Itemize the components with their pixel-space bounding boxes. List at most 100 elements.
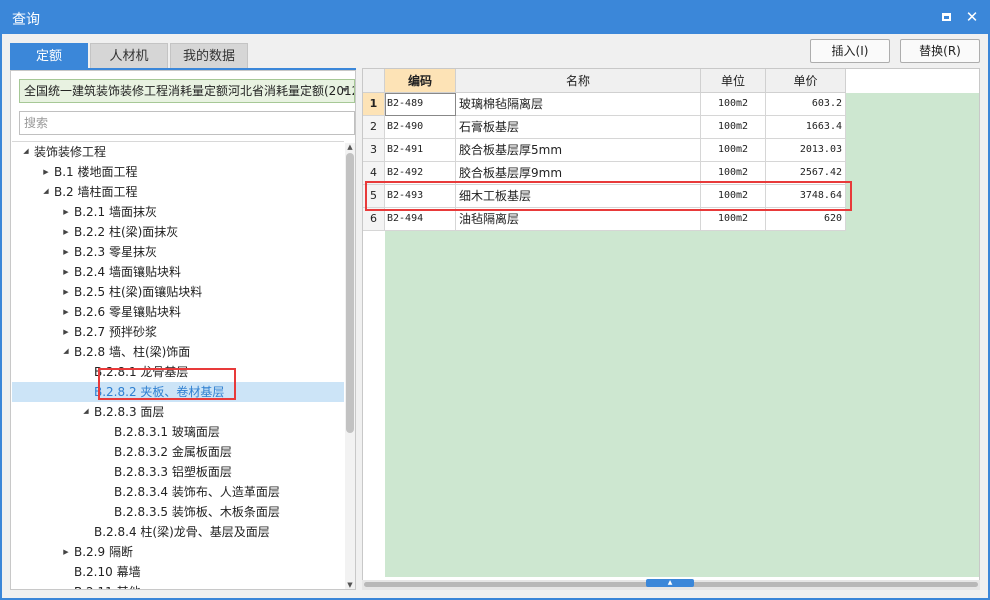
close-icon[interactable]: ✕: [964, 9, 980, 25]
row-number[interactable]: 5: [363, 185, 385, 208]
tree-node-label: B.2.2 柱(梁)面抹灰: [74, 225, 179, 239]
table-row[interactable]: 4 B2-492 胶合板基层厚9mm 100m2 2567.42: [363, 162, 846, 185]
library-select[interactable]: 全国统一建筑装饰装修工程消耗量定额河北省消耗量定额(2012): [19, 79, 355, 103]
tree-node[interactable]: B.2.8.3 面层: [12, 402, 344, 422]
collapse-arrow-icon[interactable]: [60, 242, 72, 262]
collapse-arrow-icon[interactable]: [60, 262, 72, 282]
tree-node-label: B.2.8.1 龙骨基层: [94, 365, 189, 379]
scroll-down-icon[interactable]: ▼: [345, 581, 355, 589]
tree-node[interactable]: B.2.7 预拌砂浆: [12, 322, 344, 342]
maximize-icon[interactable]: [938, 9, 954, 25]
tree-node[interactable]: B.2.8.4 柱(梁)龙骨、基层及面层: [12, 522, 344, 542]
tab-my-data[interactable]: 我的数据: [170, 43, 248, 69]
table-row[interactable]: 1 B2-489 玻璃棉毡隔离层 100m2 603.2: [363, 93, 846, 116]
tree-node[interactable]: B.2.5 柱(梁)面镶贴块料: [12, 282, 344, 302]
row-number[interactable]: 6: [363, 208, 385, 231]
row-number[interactable]: 4: [363, 162, 385, 185]
cell-price[interactable]: 2567.42: [766, 162, 846, 185]
insert-button[interactable]: 插入(I): [810, 39, 890, 63]
collapse-arrow-icon[interactable]: [60, 282, 72, 302]
tree-scrollbar[interactable]: ▲ ▼: [345, 143, 355, 589]
dialog-body: 定额 人材机 我的数据 插入(I) 替换(R) 全国统一建筑装饰装修工程消耗量定…: [2, 34, 988, 598]
tree-node[interactable]: B.2.8.3.5 装饰板、木板条面层: [12, 502, 344, 522]
cell-price[interactable]: 620: [766, 208, 846, 231]
tree-node-label: B.2.9 隔断: [74, 545, 133, 559]
tree-node[interactable]: B.2.8.3.2 金属板面层: [12, 442, 344, 462]
tree-node[interactable]: B.2.10 幕墙: [12, 562, 344, 582]
table-row[interactable]: 5 B2-493 细木工板基层 100m2 3748.64: [363, 185, 846, 208]
cell-code[interactable]: B2-490: [385, 116, 456, 139]
tree-node[interactable]: B.2.6 零星镶贴块料: [12, 302, 344, 322]
cell-price[interactable]: 1663.4: [766, 116, 846, 139]
tree-node-label: B.2.10 幕墙: [74, 565, 141, 579]
replace-button[interactable]: 替换(R): [900, 39, 980, 63]
tree-node[interactable]: B.2.3 零星抹灰: [12, 242, 344, 262]
expand-arrow-icon[interactable]: [40, 182, 52, 202]
table-row[interactable]: 2 B2-490 石膏板基层 100m2 1663.4: [363, 116, 846, 139]
expand-arrow-icon[interactable]: [60, 342, 72, 362]
cell-price[interactable]: 2013.03: [766, 139, 846, 162]
tree-node[interactable]: B.2.2 柱(梁)面抹灰: [12, 222, 344, 242]
cell-name[interactable]: 胶合板基层厚9mm: [456, 162, 701, 185]
collapse-arrow-icon[interactable]: [60, 322, 72, 342]
tree-node[interactable]: B.1 楼地面工程: [12, 162, 344, 182]
tree-node[interactable]: B.2 墙柱面工程: [12, 182, 344, 202]
tree-node[interactable]: 装饰装修工程: [12, 142, 344, 162]
cell-name[interactable]: 胶合板基层厚5mm: [456, 139, 701, 162]
tree-node[interactable]: B.2.8.3.3 铝塑板面层: [12, 462, 344, 482]
grid-header-price[interactable]: 单价: [766, 69, 846, 93]
tree-node[interactable]: B.2.8.3.1 玻璃面层: [12, 422, 344, 442]
cell-unit[interactable]: 100m2: [701, 93, 766, 116]
tree-scrollbar-thumb[interactable]: [346, 153, 354, 433]
tab-materials[interactable]: 人材机: [90, 43, 168, 69]
cell-code[interactable]: B2-494: [385, 208, 456, 231]
tree-node[interactable]: B.2.9 隔断: [12, 542, 344, 562]
scroll-up-icon[interactable]: ▲: [345, 143, 355, 151]
cell-name[interactable]: 油毡隔离层: [456, 208, 701, 231]
tree-node[interactable]: B.2.1 墙面抹灰: [12, 202, 344, 222]
grid-header-code[interactable]: 编码: [385, 69, 456, 93]
left-panel: 全国统一建筑装饰装修工程消耗量定额河北省消耗量定额(2012) 装饰装修工程 B.…: [10, 70, 356, 590]
cell-code[interactable]: B2-489: [385, 93, 456, 116]
cell-unit[interactable]: 100m2: [701, 208, 766, 231]
collapse-arrow-icon[interactable]: [60, 202, 72, 222]
tree-node[interactable]: B.2.8.3.4 装饰布、人造革面层: [12, 482, 344, 502]
window-title: 查询: [12, 12, 40, 28]
cell-code[interactable]: B2-491: [385, 139, 456, 162]
tab-quota[interactable]: 定额: [10, 43, 88, 69]
cell-unit[interactable]: 100m2: [701, 139, 766, 162]
cell-price[interactable]: 3748.64: [766, 185, 846, 208]
collapse-arrow-icon[interactable]: [60, 542, 72, 562]
cell-name[interactable]: 细木工板基层: [456, 185, 701, 208]
tree-node-label: B.2.8.4 柱(梁)龙骨、基层及面层: [94, 525, 270, 539]
tree-node[interactable]: B.2.11 其他: [12, 582, 344, 589]
splitter-handle-icon[interactable]: ▲: [646, 579, 694, 587]
tree-node[interactable]: B.2.8 墙、柱(梁)饰面: [12, 342, 344, 362]
grid-header-unit[interactable]: 单位: [701, 69, 766, 93]
cell-name[interactable]: 石膏板基层: [456, 116, 701, 139]
tree-node[interactable]: B.2.8.1 龙骨基层: [12, 362, 344, 382]
row-number[interactable]: 1: [363, 93, 385, 116]
collapse-arrow-icon[interactable]: [60, 302, 72, 322]
expand-arrow-icon[interactable]: [20, 142, 32, 162]
cell-code[interactable]: B2-493: [385, 185, 456, 208]
table-row[interactable]: 3 B2-491 胶合板基层厚5mm 100m2 2013.03: [363, 139, 846, 162]
grid-header-name[interactable]: 名称: [456, 69, 701, 93]
row-number[interactable]: 3: [363, 139, 385, 162]
cell-unit[interactable]: 100m2: [701, 185, 766, 208]
cell-unit[interactable]: 100m2: [701, 162, 766, 185]
table-row[interactable]: 6 B2-494 油毡隔离层 100m2 620: [363, 208, 846, 231]
cell-unit[interactable]: 100m2: [701, 116, 766, 139]
expand-arrow-icon[interactable]: [80, 402, 92, 422]
cell-code[interactable]: B2-492: [385, 162, 456, 185]
row-number[interactable]: 2: [363, 116, 385, 139]
cell-price[interactable]: 603.2: [766, 93, 846, 116]
cell-name[interactable]: 玻璃棉毡隔离层: [456, 93, 701, 116]
tree-node[interactable]: B.2.4 墙面镶贴块料: [12, 262, 344, 282]
search-input[interactable]: [19, 111, 355, 135]
collapse-arrow-icon[interactable]: [60, 222, 72, 242]
library-select-value: 全国统一建筑装饰装修工程消耗量定额河北省消耗量定额(2012): [24, 84, 355, 98]
collapse-arrow-icon[interactable]: [40, 162, 52, 182]
tree-node[interactable]: B.2.8.2 夹板、卷材基层: [12, 382, 344, 402]
quota-tree: 装饰装修工程 B.1 楼地面工程 B.2 墙柱面工程 B.2.1 墙面抹灰 B.2.2 …: [12, 141, 344, 589]
